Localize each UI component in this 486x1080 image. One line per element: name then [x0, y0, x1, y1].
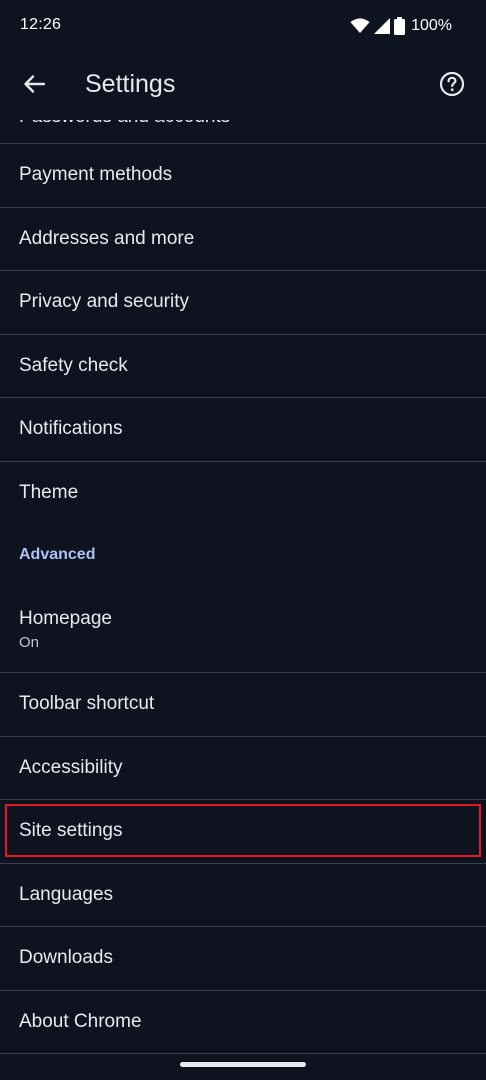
list-item-label: Site settings	[19, 820, 123, 842]
list-item-partial[interactable]: Passwords and accounts	[0, 120, 486, 143]
settings-list: Passwords and accounts Payment methods A…	[0, 120, 486, 1054]
arrow-back-icon	[23, 73, 46, 100]
settings-item-payment-methods[interactable]: Payment methods	[0, 144, 486, 207]
help-button[interactable]	[432, 66, 472, 106]
settings-item-addresses[interactable]: Addresses and more	[0, 208, 486, 271]
status-time: 12:26	[20, 16, 62, 33]
settings-item-languages[interactable]: Languages	[0, 864, 486, 927]
settings-item-about-chrome[interactable]: About Chrome	[0, 991, 486, 1054]
settings-item-theme[interactable]: Theme	[0, 462, 486, 525]
list-item-label: Accessibility	[19, 756, 123, 778]
settings-item-notifications[interactable]: Notifications	[0, 398, 486, 461]
page-title: Settings	[85, 70, 176, 98]
list-item-label: Addresses and more	[19, 227, 195, 249]
list-item-label: Downloads	[19, 947, 113, 969]
section-header-label: Advanced	[19, 546, 96, 563]
list-item-summary: On	[19, 633, 40, 651]
list-item-label: Safety check	[19, 354, 128, 376]
list-item-label: Notifications	[19, 418, 123, 440]
settings-item-homepage[interactable]: Homepage On	[0, 586, 486, 672]
back-button[interactable]	[14, 66, 54, 106]
settings-item-site-settings[interactable]: Site settings	[0, 800, 486, 863]
settings-item-privacy[interactable]: Privacy and security	[0, 271, 486, 334]
list-item-label: Languages	[19, 883, 114, 905]
list-item-label: Passwords and accounts	[19, 120, 230, 128]
list-item-label: Homepage	[19, 607, 112, 629]
list-item-label: About Chrome	[19, 1010, 142, 1032]
help-icon	[439, 71, 465, 102]
list-item-label: Privacy and security	[19, 291, 190, 313]
status-icons: 100%	[350, 14, 452, 38]
settings-item-safety-check[interactable]: Safety check	[0, 335, 486, 398]
battery-icon	[394, 17, 406, 35]
cell-signal-icon	[374, 18, 391, 34]
settings-item-downloads[interactable]: Downloads	[0, 927, 486, 990]
settings-item-accessibility[interactable]: Accessibility	[0, 737, 486, 800]
status-bar: 12:26 100%	[0, 0, 486, 52]
settings-item-toolbar-shortcut[interactable]: Toolbar shortcut	[0, 673, 486, 736]
section-header-advanced: Advanced	[0, 524, 486, 586]
screen: 12:26 100% Settings Payment methods Addr…	[0, 0, 486, 1080]
wifi-icon	[350, 18, 370, 34]
divider	[0, 1053, 486, 1054]
app-bar: Settings	[0, 52, 486, 120]
gesture-nav-handle[interactable]	[180, 1062, 306, 1067]
list-item-label: Payment methods	[19, 164, 173, 186]
list-item-label: Theme	[19, 481, 79, 503]
battery-percentage: 100%	[411, 17, 452, 34]
list-item-label: Toolbar shortcut	[19, 693, 155, 715]
